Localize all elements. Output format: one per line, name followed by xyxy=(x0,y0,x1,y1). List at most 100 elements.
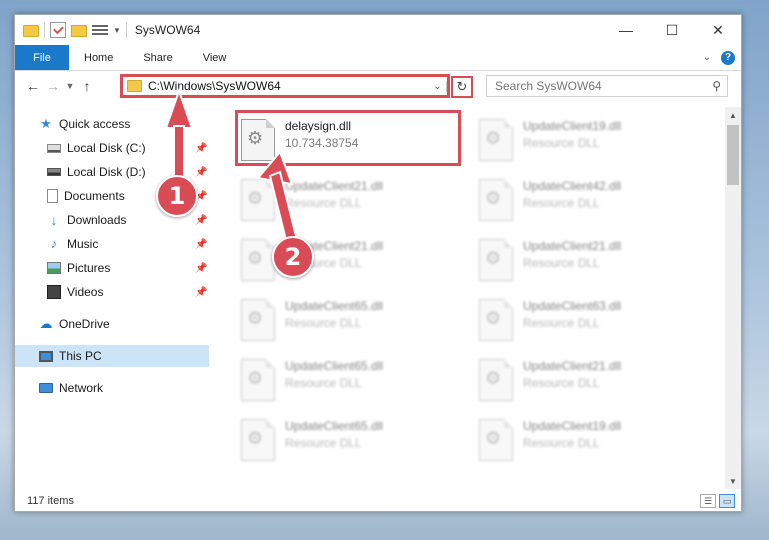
file-tile-delaysign[interactable]: delaysign.dll 10.734.38754 xyxy=(235,113,461,167)
tab-home[interactable]: Home xyxy=(69,45,128,70)
file-tile[interactable]: UpdateClient65.dll Resource DLL xyxy=(235,353,461,407)
dll-file-icon xyxy=(241,419,275,461)
file-tile[interactable]: UpdateClient42.dll Resource DLL xyxy=(473,173,699,227)
help-icon[interactable]: ? xyxy=(721,50,735,65)
sidebar-item-label: Network xyxy=(59,381,104,395)
customize-toolbar-icon[interactable] xyxy=(92,25,108,35)
address-bar[interactable]: C:\Windows\SysWOW64 ⌄ xyxy=(120,74,450,98)
up-arrow-icon[interactable]: ↑ xyxy=(77,78,97,94)
file-name: UpdateClient63.dll xyxy=(523,299,622,313)
file-type: Resource DLL xyxy=(285,196,362,210)
sidebar-item-onedrive[interactable]: ☁ OneDrive xyxy=(15,313,209,335)
tab-file[interactable]: File xyxy=(15,45,69,70)
sidebar-item-label: Downloads xyxy=(67,213,127,227)
file-tile[interactable]: UpdateClient19.dll Resource DLL xyxy=(473,413,699,467)
forward-arrow-icon[interactable]: → xyxy=(43,78,63,94)
sidebar-item-local-disk-c[interactable]: Local Disk (C:) 📌 xyxy=(15,137,209,159)
scroll-down-icon[interactable]: ▼ xyxy=(725,473,741,489)
pin-icon[interactable]: 📌 xyxy=(195,263,207,274)
sidebar-item-network[interactable]: Network xyxy=(15,377,209,399)
step-2-badge: 2 xyxy=(272,236,314,278)
pin-icon[interactable]: 📌 xyxy=(195,239,207,250)
close-button[interactable]: ✕ xyxy=(695,15,741,45)
search-input[interactable] xyxy=(495,79,695,93)
address-path[interactable]: C:\Windows\SysWOW64 xyxy=(148,79,281,93)
new-folder-icon[interactable] xyxy=(71,25,87,37)
dll-file-icon xyxy=(241,179,275,221)
sidebar-item-label: OneDrive xyxy=(59,317,110,331)
minimize-button[interactable]: — xyxy=(603,15,649,45)
sidebar-item-music[interactable]: ♪ Music 📌 xyxy=(15,233,209,255)
file-type: Resource DLL xyxy=(285,316,362,330)
file-type: Resource DLL xyxy=(523,196,600,210)
sidebar-item-label: Documents xyxy=(64,189,125,203)
toolbar-dropdown-icon[interactable]: ▼ xyxy=(113,26,121,35)
properties-icon[interactable] xyxy=(50,22,66,38)
tab-share[interactable]: Share xyxy=(128,45,187,70)
quick-access-toolbar: ▼ xyxy=(15,15,127,45)
cloud-icon: ☁ xyxy=(39,316,53,331)
navigation-pane: ★ Quick access Local Disk (C:) 📌 Local D… xyxy=(15,107,209,487)
recent-locations-icon[interactable]: ▼ xyxy=(63,81,77,91)
divider xyxy=(44,22,45,38)
sidebar-item-this-pc[interactable]: This PC xyxy=(15,345,209,367)
refresh-icon[interactable]: ↻ xyxy=(451,76,473,98)
item-count: 117 items xyxy=(27,495,74,507)
file-name: delaysign.dll xyxy=(285,119,352,133)
folder-icon xyxy=(127,80,142,92)
dll-file-icon xyxy=(479,179,513,221)
file-version: 10.734.38754 xyxy=(285,136,359,150)
sidebar-item-videos[interactable]: Videos 📌 xyxy=(15,281,209,303)
file-explorer-window: ▼ SysWOW64 — ☐ ✕ File Home Share View ⌄ … xyxy=(14,14,742,512)
search-box[interactable]: ⚲ xyxy=(486,75,728,97)
file-tile[interactable]: UpdateClient65.dll Resource DLL xyxy=(235,413,461,467)
details-view-icon[interactable]: ☰ xyxy=(700,494,716,508)
scrollbar-thumb[interactable] xyxy=(727,125,739,185)
dll-file-icon xyxy=(479,359,513,401)
search-icon[interactable]: ⚲ xyxy=(712,79,721,93)
expand-ribbon-icon[interactable]: ⌄ xyxy=(703,52,711,63)
file-name: UpdateClient21.dll xyxy=(523,359,622,373)
file-tile[interactable]: UpdateClient21.dllResource DLL xyxy=(235,233,461,287)
file-tile[interactable]: UpdateClient63.dll Resource DLL xyxy=(473,293,699,347)
download-icon: ↓ xyxy=(50,212,58,228)
sidebar-item-label: Local Disk (C:) xyxy=(67,141,146,155)
sidebar-item-label: Music xyxy=(67,237,99,251)
vertical-scrollbar[interactable]: ▲ ▼ xyxy=(725,107,741,489)
dll-file-icon xyxy=(479,299,513,341)
maximize-button[interactable]: ☐ xyxy=(649,15,695,45)
video-icon xyxy=(47,285,61,299)
sidebar-item-pictures[interactable]: Pictures 📌 xyxy=(15,257,209,279)
file-type: Resource DLL xyxy=(523,316,600,330)
pc-icon xyxy=(39,350,53,362)
sidebar-item-label: This PC xyxy=(59,349,102,363)
pin-icon[interactable]: 📌 xyxy=(195,287,207,298)
tab-view[interactable]: View xyxy=(188,45,242,70)
dll-file-icon xyxy=(479,419,513,461)
file-type: Resource DLL xyxy=(285,436,362,450)
disk-icon xyxy=(47,143,61,153)
divider xyxy=(125,22,127,38)
file-tile[interactable]: UpdateClient65.dll Resource DLL xyxy=(235,293,461,347)
file-name: UpdateClient42.dll xyxy=(523,179,622,193)
sidebar-item-quick-access[interactable]: ★ Quick access xyxy=(15,113,209,135)
file-tile[interactable]: UpdateClient21.dllResource DLL xyxy=(235,173,461,227)
ribbon-tabs: File Home Share View ⌄ ? xyxy=(15,45,741,71)
file-tile[interactable]: UpdateClient21.dll Resource DLL xyxy=(473,353,699,407)
pin-icon[interactable]: 📌 xyxy=(195,167,207,178)
sidebar-item-label: Videos xyxy=(67,285,104,299)
pin-icon[interactable]: 📌 xyxy=(195,215,207,226)
dll-file-icon xyxy=(241,299,275,341)
address-dropdown-icon[interactable]: ⌄ xyxy=(429,80,447,92)
network-icon xyxy=(39,383,53,393)
large-icons-view-icon[interactable]: ▭ xyxy=(719,494,735,508)
file-list: delaysign.dll 10.734.38754 UpdateClient1… xyxy=(211,107,725,489)
file-type: Resource DLL xyxy=(523,376,600,390)
file-tile[interactable]: UpdateClient21.dllResource DLL xyxy=(473,233,699,287)
back-arrow-icon[interactable]: ← xyxy=(23,78,43,94)
file-name: UpdateClient65.dll xyxy=(285,419,384,433)
pin-icon[interactable]: 📌 xyxy=(195,143,207,154)
file-tile[interactable]: UpdateClient19.dll Resource DLL xyxy=(473,113,699,167)
scroll-up-icon[interactable]: ▲ xyxy=(725,107,741,123)
sidebar-item-label: Pictures xyxy=(67,261,111,275)
